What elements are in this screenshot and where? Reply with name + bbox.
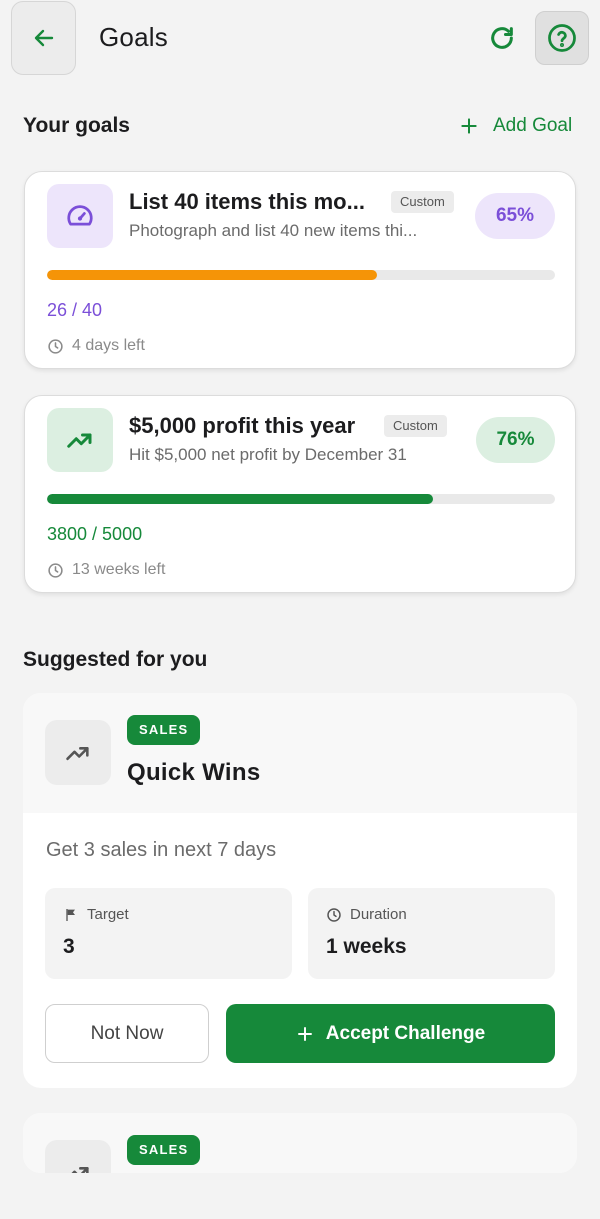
goal-title: List 40 items this mo...	[129, 189, 365, 214]
duration-label-row: Duration	[326, 906, 407, 923]
category-badge: SALES	[127, 715, 201, 745]
refresh-icon	[491, 27, 513, 49]
goal-progress-fill	[47, 494, 434, 504]
goal-progress-track	[47, 270, 555, 280]
target-stat: Target 3	[45, 888, 292, 979]
suggestion-card: SALES Quick Wins Get 3 sales in next 7 d…	[23, 693, 577, 1088]
category-badge: SALES	[127, 1135, 201, 1165]
page-title: Goals	[99, 22, 168, 52]
back-button[interactable]	[11, 1, 76, 75]
duration-label: Duration	[350, 906, 407, 923]
goal-card[interactable]: List 40 items this mo... Custom Photogra…	[24, 171, 576, 369]
clock-icon	[327, 907, 341, 922]
flag-icon	[66, 908, 75, 921]
goal-percent-pill: 76%	[476, 417, 555, 463]
goal-progress-fill	[47, 270, 378, 280]
suggested-heading: Suggested for you	[23, 648, 208, 671]
goal-icon-box	[47, 408, 113, 472]
goal-progress-text: 26 / 40	[47, 300, 103, 320]
duration-stat: Duration 1 weeks	[308, 888, 555, 979]
help-button[interactable]	[535, 11, 589, 65]
trending-up-icon	[66, 746, 89, 760]
time-left-label: 4 days left	[72, 337, 145, 354]
custom-tag: Custom	[391, 191, 454, 213]
speedometer-icon	[67, 205, 93, 226]
time-left-label: 13 weeks left	[72, 561, 166, 578]
goal-card[interactable]: $5,000 profit this year Custom Hit $5,00…	[24, 395, 576, 593]
not-now-button[interactable]: Not Now	[45, 1004, 209, 1063]
accept-challenge-button[interactable]: Accept Challenge	[226, 1004, 555, 1063]
goal-time-left: 4 days left	[47, 337, 145, 355]
plus-icon	[461, 118, 477, 134]
suggestion-header: SALES Quick Wins	[23, 693, 577, 813]
suggestion-icon-box	[45, 1140, 111, 1173]
suggestion-card: SALES	[23, 1113, 577, 1173]
suggestion-icon-box	[45, 720, 111, 785]
goal-progress-track	[47, 494, 555, 504]
target-label-row: Target	[63, 906, 129, 923]
arrow-left-icon	[34, 29, 53, 47]
goal-percent-pill: 65%	[475, 193, 555, 239]
target-label: Target	[87, 906, 129, 923]
suggestion-title: Quick Wins	[127, 759, 261, 786]
goal-progress-text: 3800 / 5000	[47, 524, 143, 544]
accept-challenge-label: Accept Challenge	[325, 1022, 486, 1044]
suggestion-description: Get 3 sales in next 7 days	[46, 839, 277, 861]
custom-tag: Custom	[384, 415, 447, 437]
refresh-button[interactable]	[484, 20, 520, 56]
duration-value: 1 weeks	[326, 935, 407, 958]
suggestion-header: SALES	[23, 1113, 577, 1173]
add-goal-button[interactable]: Add Goal	[459, 113, 572, 139]
goal-icon-box	[47, 184, 113, 248]
goal-title: $5,000 profit this year	[129, 413, 356, 438]
target-value: 3	[63, 935, 75, 958]
trending-up-icon	[71, 1166, 89, 1173]
goal-subtitle: Hit $5,000 net profit by December 31	[129, 445, 407, 464]
help-circle-icon	[548, 24, 576, 52]
add-goal-label: Add Goal	[493, 115, 573, 136]
clock-icon	[48, 338, 63, 354]
your-goals-heading: Your goals	[23, 114, 130, 137]
trending-up-icon	[67, 433, 92, 448]
goal-time-left: 13 weeks left	[47, 561, 165, 579]
clock-icon	[48, 562, 63, 578]
app-header: Goals	[0, 0, 600, 78]
goal-subtitle: Photograph and list 40 new items thi...	[129, 221, 418, 240]
plus-icon	[297, 1026, 312, 1041]
